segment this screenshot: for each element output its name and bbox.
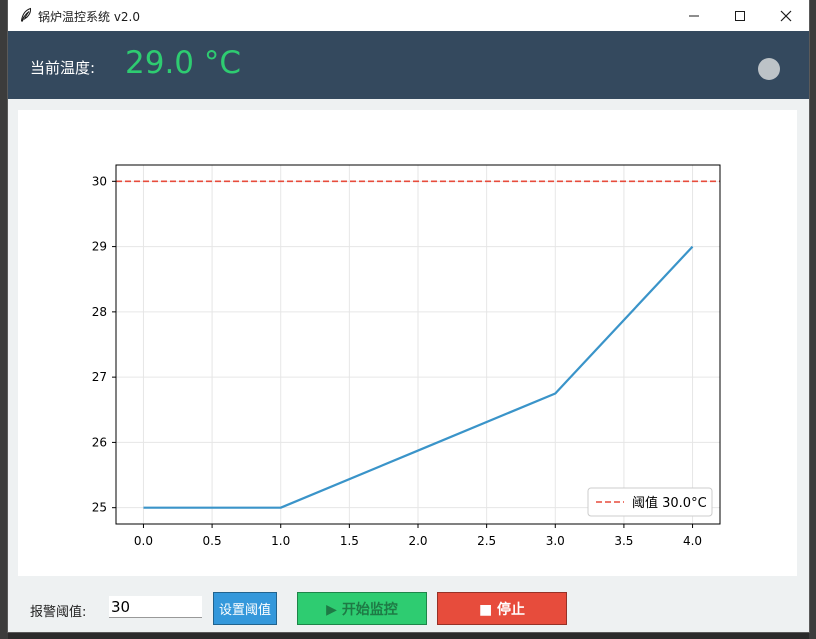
- x-tick-label: 3.5: [614, 534, 633, 548]
- x-tick-label: 0.0: [134, 534, 153, 548]
- y-tick-label: 26: [92, 435, 107, 449]
- y-tick-label: 30: [92, 174, 107, 188]
- y-tick-label: 27: [92, 370, 107, 384]
- current-temp-label: 当前温度:: [30, 59, 96, 77]
- feather-icon: [20, 7, 32, 22]
- close-icon: [780, 10, 792, 21]
- set-threshold-button[interactable]: 设置阈值: [213, 592, 277, 625]
- current-temp-value: 29.0 °C: [125, 45, 242, 81]
- y-tick-label: 28: [92, 305, 107, 319]
- start-monitoring-button[interactable]: ▶ 开始监控: [297, 592, 427, 625]
- close-button[interactable]: [763, 0, 809, 31]
- minimize-icon: [689, 15, 699, 16]
- chart-panel: 0.0 0.5 1.0 1.5 2.0 2.5 3.0 3.5 4.0 25 26 27 28 29 30 阈…: [18, 110, 797, 576]
- threshold-label: 报警阈值:: [30, 605, 87, 620]
- maximize-icon: [735, 10, 745, 21]
- window-title: 锅炉温控系统 v2.0: [38, 10, 141, 24]
- app-window: 锅炉温控系统 v2.0 当前温度: 29.0 °C 0.0 0.5 1.0 1.5 2.…: [8, 0, 809, 632]
- background-window: [0, 0, 8, 639]
- x-tick-label: 4.0: [683, 534, 702, 548]
- x-tick-label: 0.5: [203, 534, 222, 548]
- x-tick-label: 2.0: [408, 534, 427, 548]
- temperature-chart: 0.0 0.5 1.0 1.5 2.0 2.5 3.0 3.5 4.0 25 26 27 28 29 30 阈…: [92, 164, 721, 548]
- stop-button[interactable]: ■ 停止: [437, 592, 567, 625]
- control-bar: 报警阈值: 设置阈值 ▶ 开始监控 ■ 停止: [8, 590, 809, 630]
- title-bar: 锅炉温控系统 v2.0: [8, 0, 809, 31]
- status-indicator: [758, 58, 780, 80]
- status-header: 当前温度: 29.0 °C: [8, 31, 809, 99]
- x-tick-label: 3.0: [546, 534, 565, 548]
- y-tick-label: 29: [92, 240, 107, 254]
- x-tick-label: 1.5: [340, 534, 359, 548]
- x-tick-label: 2.5: [477, 534, 496, 548]
- background-window-right: [809, 0, 816, 639]
- legend-threshold-label: 阈值 30.0°C: [632, 495, 707, 511]
- x-tick-label: 1.0: [271, 534, 290, 548]
- y-tick-label: 25: [92, 501, 107, 515]
- minimize-button[interactable]: [671, 0, 717, 31]
- maximize-button[interactable]: [717, 0, 763, 31]
- threshold-input[interactable]: [109, 596, 202, 618]
